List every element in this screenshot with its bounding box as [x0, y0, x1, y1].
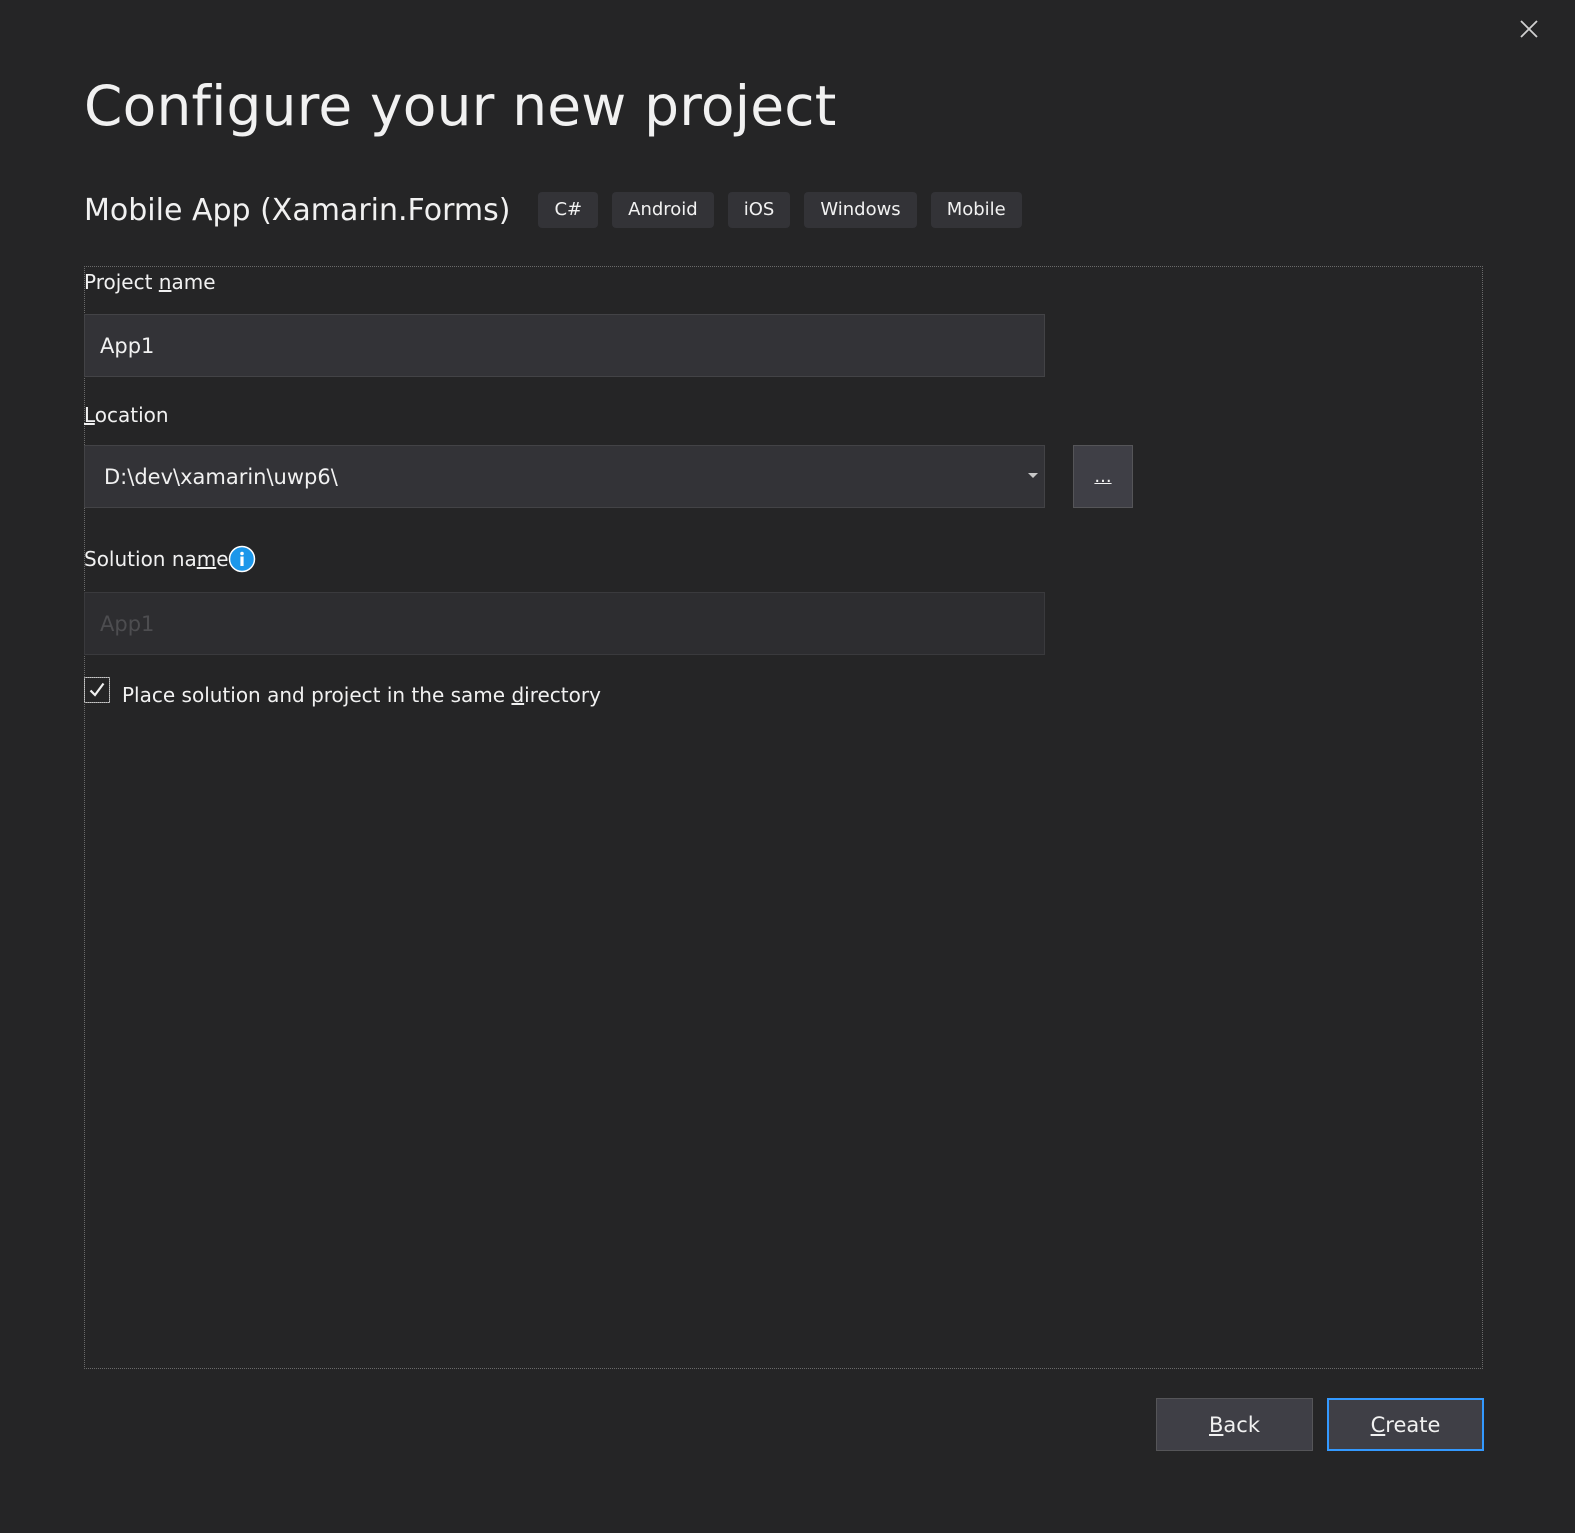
page-title: Configure your new project [84, 74, 837, 138]
create-accelerator: C [1370, 1412, 1386, 1437]
tag-platform-windows: Windows [804, 192, 917, 228]
same-directory-label[interactable]: Place solution and project in the same d… [122, 683, 601, 707]
close-icon [1520, 20, 1538, 38]
solution-name-input[interactable]: App1 [84, 592, 1045, 655]
project-name-label: Project name [84, 270, 216, 294]
same-directory-checkbox[interactable] [84, 677, 110, 703]
tag-platform-ios: iOS [727, 192, 791, 228]
chevron-down-icon[interactable] [1028, 473, 1038, 478]
tag-project-type: Mobile [930, 192, 1022, 228]
create-label: reate [1385, 1412, 1441, 1437]
browse-location-button[interactable]: ... [1073, 445, 1133, 508]
solution-name-placeholder: App1 [100, 611, 155, 636]
back-button[interactable]: Back [1156, 1398, 1313, 1451]
template-name: Mobile App (Xamarin.Forms) [84, 192, 511, 228]
project-name-value: App1 [100, 333, 155, 358]
location-label: Location [84, 403, 169, 427]
back-accelerator: B [1209, 1412, 1224, 1437]
tag-language: C# [538, 192, 599, 228]
create-button[interactable]: Create [1327, 1398, 1484, 1451]
form-area [84, 266, 1483, 1369]
solution-name-label: Solution name [84, 547, 229, 571]
location-value: D:\dev\xamarin\uwp6\ [104, 464, 338, 489]
template-header: Mobile App (Xamarin.Forms) C# Android iO… [84, 192, 1036, 228]
project-name-input[interactable]: App1 [84, 314, 1045, 377]
tag-platform-android: Android [612, 192, 714, 228]
browse-label: ... [1094, 466, 1112, 487]
close-button[interactable] [1516, 16, 1542, 42]
info-icon[interactable] [228, 545, 256, 573]
checkmark-icon [89, 682, 105, 697]
location-combobox[interactable]: D:\dev\xamarin\uwp6\ [84, 445, 1045, 508]
back-label: ack [1223, 1412, 1260, 1437]
